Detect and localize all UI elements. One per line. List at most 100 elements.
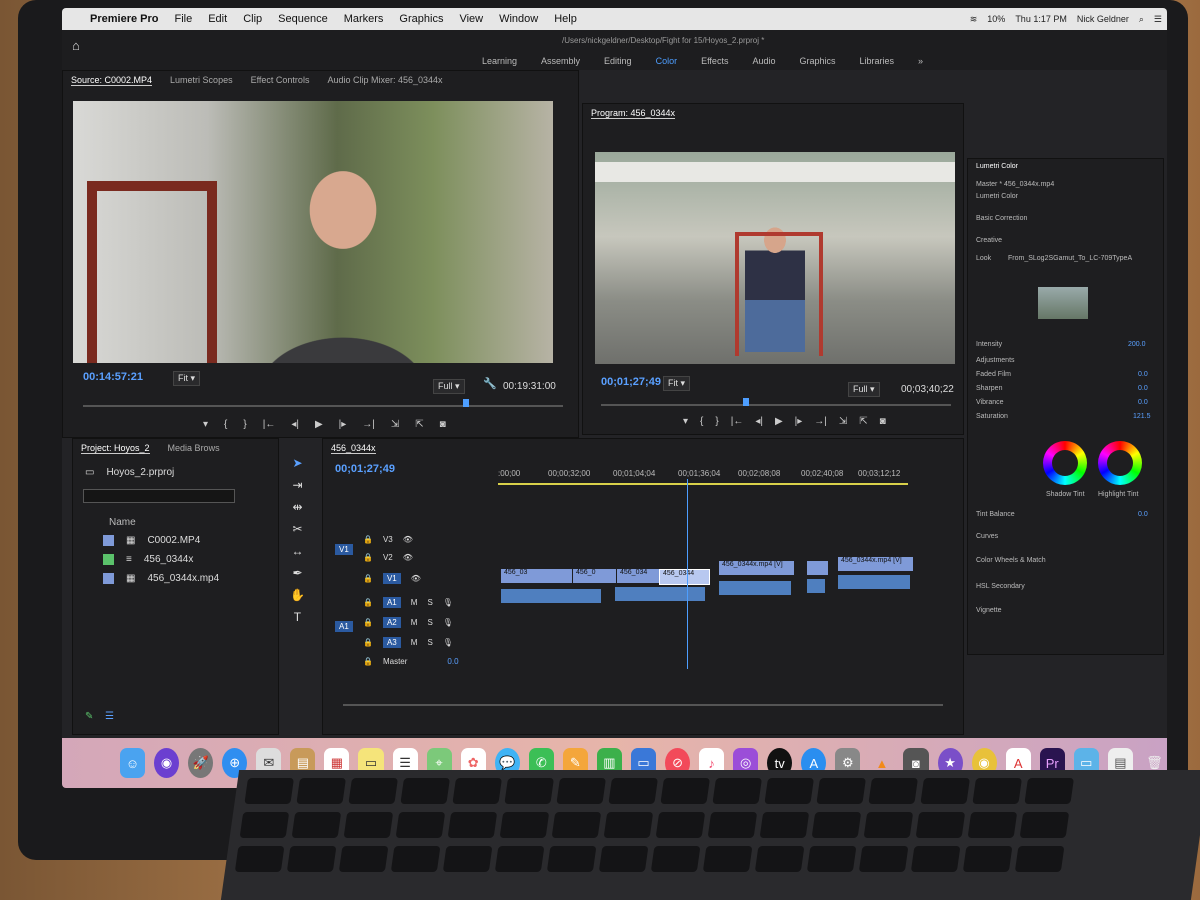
eye-icon[interactable]: 👁: [411, 574, 421, 583]
intensity-value[interactable]: 200.0: [1128, 341, 1146, 348]
program-in-icon[interactable]: {: [700, 416, 703, 427]
workspace-learning[interactable]: Learning: [482, 56, 517, 66]
app-name[interactable]: Premiere Pro: [90, 13, 158, 25]
workspace-effects[interactable]: Effects: [701, 56, 728, 66]
source-a1-patch[interactable]: A1: [335, 621, 353, 632]
video-clip[interactable]: 456_034: [617, 569, 660, 583]
project-item[interactable]: ≡ 456_0344x: [103, 554, 193, 565]
program-go-in-icon[interactable]: |←: [731, 416, 744, 427]
program-camera-icon[interactable]: ◙: [880, 416, 886, 427]
step-back-icon[interactable]: ◂|: [291, 419, 299, 430]
track-a3[interactable]: 🔒 A3 M S 🎙: [363, 637, 453, 648]
source-scrubber[interactable]: [83, 405, 563, 407]
section-vignette[interactable]: Vignette: [976, 607, 1002, 614]
solo-button[interactable]: S: [427, 618, 432, 627]
menu-markers[interactable]: Markers: [344, 13, 384, 25]
in-point-icon[interactable]: {: [224, 419, 227, 430]
mute-button[interactable]: M: [411, 598, 418, 607]
section-basic[interactable]: Basic Correction: [976, 215, 1027, 222]
tab-source[interactable]: Source: C0002.MP4: [71, 75, 153, 86]
tab-effect-controls[interactable]: Effect Controls: [251, 75, 310, 86]
program-timecode[interactable]: 00;01;27;49: [601, 376, 661, 388]
lift-icon[interactable]: ⇲: [839, 416, 847, 427]
section-curves[interactable]: Curves: [976, 533, 998, 540]
adjustments-label[interactable]: Adjustments: [976, 357, 1015, 364]
tab-sequence[interactable]: 456_0344x: [331, 443, 376, 454]
audio-clip[interactable]: [838, 575, 910, 589]
hand-icon[interactable]: ✋: [290, 588, 305, 602]
audio-clip[interactable]: [719, 581, 791, 595]
menu-window[interactable]: Window: [499, 13, 538, 25]
tab-media-browser[interactable]: Media Brows: [168, 443, 220, 454]
audio-clip[interactable]: [807, 579, 825, 593]
marker-icon[interactable]: ▾: [203, 419, 208, 430]
sharpen-value[interactable]: 0.0: [1138, 385, 1148, 392]
program-step-fwd-icon[interactable]: |▸: [795, 416, 803, 427]
menu-file[interactable]: File: [174, 13, 192, 25]
search-icon[interactable]: ⌕: [1139, 14, 1144, 25]
video-clip[interactable]: [807, 561, 828, 575]
lock-icon[interactable]: 🔒: [363, 598, 373, 607]
camera-icon[interactable]: ◙: [440, 419, 446, 430]
go-to-in-icon[interactable]: |←: [263, 419, 276, 430]
menu-clip[interactable]: Clip: [243, 13, 262, 25]
video-clip[interactable]: 456_03: [501, 569, 572, 583]
menu-edit[interactable]: Edit: [208, 13, 227, 25]
insert-icon[interactable]: ⇲: [391, 419, 399, 430]
program-scrubber[interactable]: [601, 404, 951, 406]
video-clip[interactable]: 456_0344x.mp4 [V]: [719, 561, 794, 575]
source-video-frame[interactable]: [73, 101, 553, 363]
project-item[interactable]: ▦ C0002.MP4: [103, 535, 200, 546]
pen-icon[interactable]: ✒: [292, 566, 302, 580]
list-icon[interactable]: ☰: [1154, 14, 1162, 25]
battery-label[interactable]: 10%: [987, 14, 1005, 24]
track-select-icon[interactable]: ⇥: [292, 478, 302, 492]
menu-graphics[interactable]: Graphics: [399, 13, 443, 25]
solo-button[interactable]: S: [427, 638, 432, 647]
section-color-wheels[interactable]: Color Wheels & Match: [976, 557, 1046, 564]
section-creative[interactable]: Creative: [976, 237, 1002, 244]
highlight-tint-wheel[interactable]: [1098, 441, 1142, 485]
mic-icon[interactable]: 🎙: [443, 618, 453, 627]
siri-icon[interactable]: ◉: [154, 748, 180, 778]
program-play-icon[interactable]: ▶: [775, 416, 783, 427]
lumetri-master[interactable]: Master * 456_0344x.mp4: [976, 181, 1054, 188]
type-tool-icon[interactable]: T: [294, 610, 301, 624]
section-hsl[interactable]: HSL Secondary: [976, 583, 1025, 590]
track-v1[interactable]: 🔒 V1 👁: [363, 573, 421, 584]
tab-lumetri-scopes[interactable]: Lumetri Scopes: [170, 75, 233, 86]
project-item[interactable]: ▦ 456_0344x.mp4: [103, 573, 219, 584]
project-search-input[interactable]: [83, 489, 235, 503]
workspace-assembly[interactable]: Assembly: [541, 56, 580, 66]
workspace-libraries[interactable]: Libraries: [860, 56, 895, 66]
name-column-header[interactable]: Name: [109, 517, 136, 528]
overwrite-icon[interactable]: ⇱: [415, 419, 423, 430]
track-a1[interactable]: 🔒 A1 M S 🎙: [363, 597, 453, 608]
selection-tool-icon[interactable]: ➤: [292, 456, 302, 470]
source-playhead[interactable]: [463, 399, 469, 407]
program-go-out-icon[interactable]: →|: [814, 416, 827, 427]
eye-icon[interactable]: 👁: [403, 553, 413, 562]
lock-icon[interactable]: 🔒: [363, 553, 373, 562]
timeline-timecode[interactable]: 00;01;27;49: [335, 463, 395, 475]
step-forward-icon[interactable]: |▸: [339, 419, 347, 430]
menu-help[interactable]: Help: [554, 13, 577, 25]
workspace-editing[interactable]: Editing: [604, 56, 632, 66]
master-value[interactable]: 0.0: [447, 657, 458, 666]
program-marker-icon[interactable]: ▾: [683, 416, 688, 427]
saturation-value[interactable]: 121.5: [1133, 413, 1151, 420]
menu-sequence[interactable]: Sequence: [278, 13, 328, 25]
track-v3[interactable]: 🔒 V3 👁: [363, 535, 413, 544]
tab-project[interactable]: Project: Hoyos_2: [81, 443, 150, 454]
extract-icon[interactable]: ⇱: [859, 416, 867, 427]
wifi-icon[interactable]: ≋: [970, 14, 978, 25]
work-area-bar[interactable]: [498, 483, 908, 485]
track-a2[interactable]: 🔒 A2 M S 🎙: [363, 617, 453, 628]
program-step-back-icon[interactable]: ◂|: [755, 416, 763, 427]
wrench-icon[interactable]: 🔧: [483, 377, 497, 390]
program-full-select[interactable]: Full ▾: [848, 382, 880, 397]
menu-view[interactable]: View: [459, 13, 483, 25]
look-select[interactable]: From_SLog2SGamut_To_LC-709TypeA: [1008, 255, 1132, 262]
workspace-overflow-icon[interactable]: »: [918, 56, 923, 66]
slip-icon[interactable]: ↔: [291, 544, 303, 558]
